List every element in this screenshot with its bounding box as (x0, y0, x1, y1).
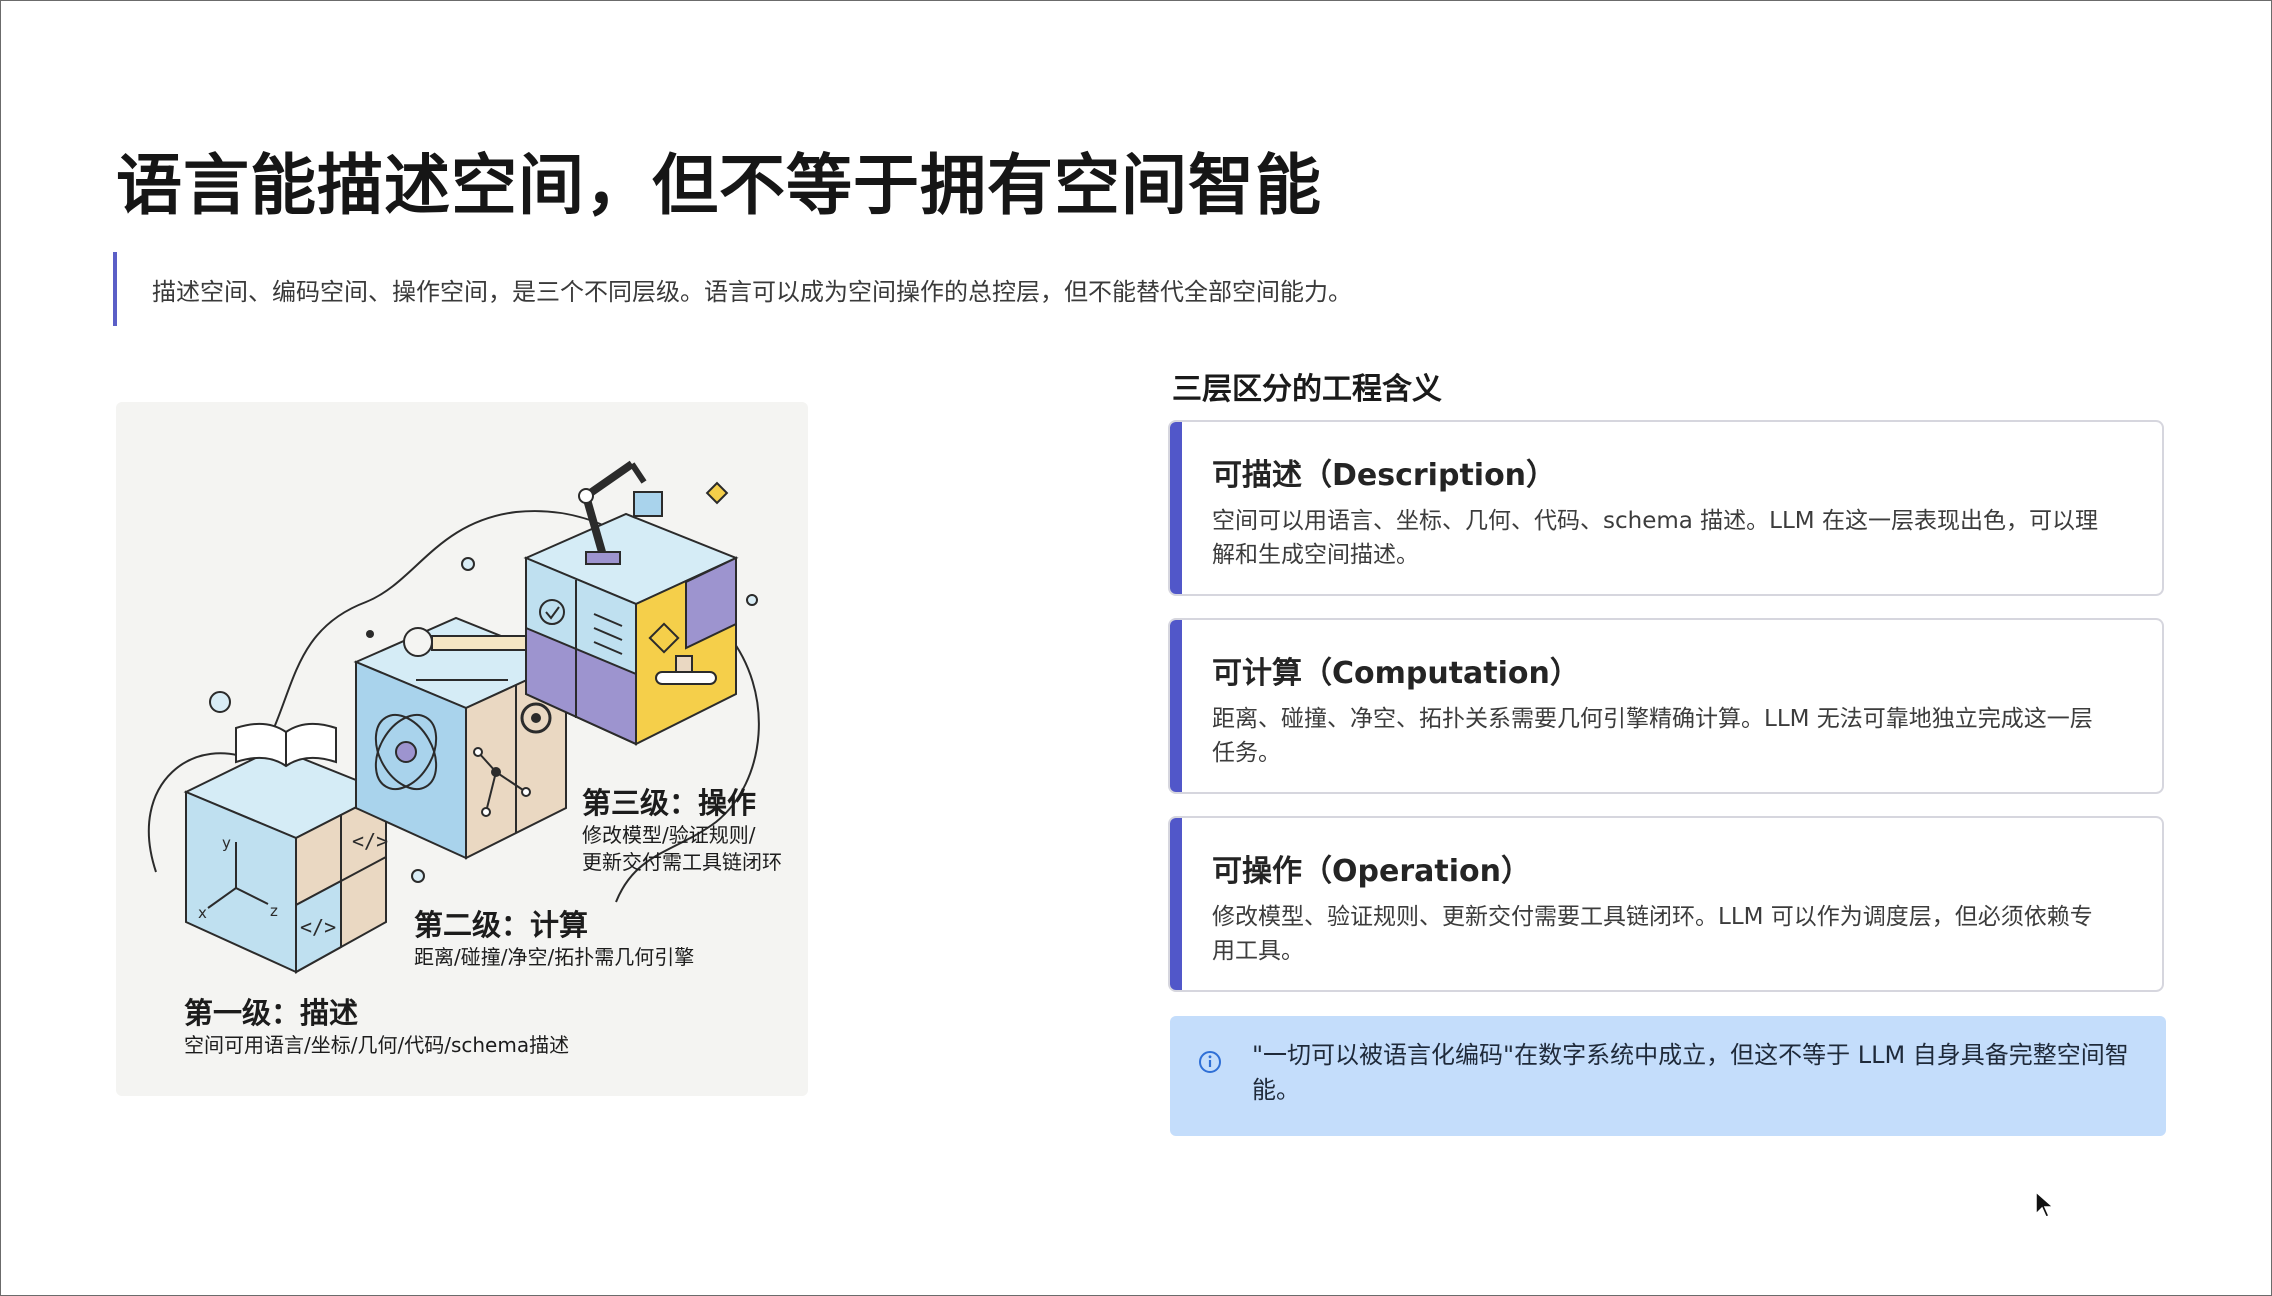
code-icon: </> (300, 915, 336, 939)
level-one-label: 第一级：描述 空间可用语言/坐标/几何/代码/schema描述 (184, 990, 569, 1059)
info-callout: "一切可以被语言化编码"在数字系统中成立，但这不等于 LLM 自身具备完整空间智… (1170, 1016, 2166, 1136)
axis-label-x: x (198, 904, 207, 922)
decorative-dot (209, 691, 231, 713)
level-two-label: 第二级：计算 距离/碰撞/净空/拓扑需几何引擎 (414, 902, 694, 971)
level-three-label: 第三级：操作 修改模型/验证规则/ 更新交付需工具链闭环 (582, 780, 782, 876)
card-body: 空间可以用语言、坐标、几何、代码、schema 描述。LLM 在这一层表现出色，… (1212, 508, 2098, 568)
card-title: 可操作（Operation） (1212, 854, 1531, 889)
diamond-sparkle (705, 481, 729, 505)
mouse-cursor-icon (2035, 1190, 2055, 1218)
axis-label-y: y (222, 834, 231, 852)
decorative-dot (461, 557, 475, 571)
axis-label-z: z (270, 902, 278, 920)
level-three-desc-line1: 修改模型/验证规则/ (582, 823, 756, 847)
level-two-desc: 距离/碰撞/净空/拓扑需几何引擎 (414, 945, 695, 969)
page-title: 语言能描述空间，但不等于拥有空间智能 (116, 147, 1322, 224)
level-three-cube (523, 460, 739, 746)
info-callout-text: "一切可以被语言化编码"在数字系统中成立，但这不等于 LLM 自身具备完整空间智… (1252, 1041, 2129, 1104)
info-icon (1199, 1051, 1221, 1073)
section-heading: 三层区分的工程含义 (1172, 372, 1442, 407)
card-body: 修改模型、验证规则、更新交付需要工具链闭环。LLM 可以作为调度层，但必须依赖专… (1212, 904, 2093, 964)
page-subtitle: 描述空间、编码空间、操作空间，是三个不同层级。语言可以成为空间操作的总控层，但不… (152, 278, 1352, 306)
card-operation: 可操作（Operation） 修改模型、验证规则、更新交付需要工具链闭环。LLM… (1168, 816, 2164, 992)
subtitle-accent-bar (113, 252, 117, 326)
code-icon: </> (352, 829, 388, 853)
card-description: 可描述（Description） 空间可以用语言、坐标、几何、代码、schema… (1168, 420, 2164, 596)
decorative-dot (746, 594, 758, 606)
decorative-dot (411, 869, 425, 883)
level-two-title: 第二级：计算 (414, 908, 589, 942)
card-computation: 可计算（Computation） 距离、碰撞、净空、拓扑关系需要几何引擎精确计算… (1168, 618, 2164, 794)
three-level-illustration: </> </> y x z 第三级：操作 修改模型/验证规则/ 更新交付需工具链… (116, 402, 808, 1096)
level-three-title: 第三级：操作 (582, 786, 757, 820)
level-one-desc: 空间可用语言/坐标/几何/代码/schema描述 (184, 1033, 570, 1057)
decorative-dot (366, 630, 374, 638)
level-three-desc-line2: 更新交付需工具链闭环 (582, 850, 782, 874)
card-title: 可描述（Description） (1212, 458, 1557, 493)
card-body: 距离、碰撞、净空、拓扑关系需要几何引擎精确计算。LLM 无法可靠地独立完成这一层… (1212, 706, 2093, 766)
card-title: 可计算（Computation） (1212, 656, 1580, 691)
level-one-title: 第一级：描述 (184, 996, 359, 1030)
